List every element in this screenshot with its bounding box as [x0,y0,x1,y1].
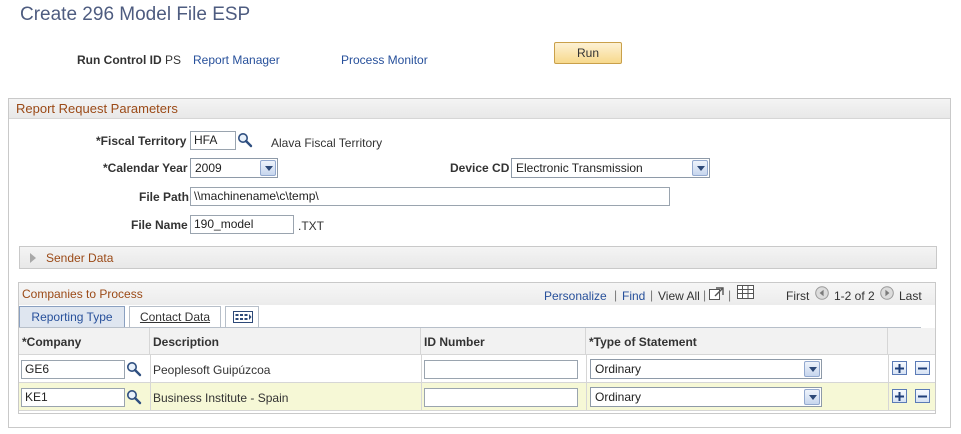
report-manager-link[interactable]: Report Manager [193,53,280,67]
expand-triangle-icon[interactable] [30,253,36,263]
column-header-description: Description [150,328,421,355]
tab-show-all-columns[interactable] [225,306,259,328]
next-page-icon[interactable] [880,286,894,300]
calendar-year-select[interactable]: 2009 [190,158,278,178]
chevron-down-icon [804,389,820,405]
page-title: Create 296 Model File ESP [20,4,251,25]
sender-data-title[interactable]: Sender Data [46,251,113,265]
device-cd-select[interactable]: Electronic Transmission [511,158,710,178]
download-spreadsheet-icon[interactable] [737,285,754,299]
grid-title: Companies to Process [22,287,143,301]
row-range: 1-2 of 2 [834,289,875,303]
nav-separator: | [614,288,618,302]
group-title: Report Request Parameters [16,101,178,116]
fiscal-territory-label: *Fiscal Territory [96,134,187,148]
run-control-value: PS [165,53,182,67]
previous-page-icon[interactable] [815,286,829,300]
company-description: Peoplesoft Guipúzcoa [153,363,271,377]
id-number-input[interactable] [424,360,578,379]
column-separator [150,355,151,411]
add-row-button[interactable] [892,389,907,403]
file-path-label: File Path [139,190,190,204]
show-all-columns-icon [233,311,253,323]
tab-contact-data[interactable]: Contact Data [129,306,221,328]
add-row-button[interactable] [892,361,907,375]
delete-row-button[interactable] [915,361,930,375]
first-link[interactable]: First [786,289,809,303]
column-separator [888,355,889,411]
delete-row-button[interactable] [915,389,930,403]
run-control-label: Run Control ID [77,53,162,67]
calendar-year-label: *Calendar Year [103,161,188,175]
type-of-statement-value: Ordinary [595,390,642,404]
sender-data-bar[interactable] [19,246,937,269]
personalize-link[interactable]: Personalize [544,289,607,303]
fiscal-territory-input[interactable]: HFA [190,131,236,150]
id-number-input[interactable] [424,388,578,407]
company-lookup-icon[interactable] [126,361,142,377]
plus-icon [895,392,904,401]
column-header-actions [888,328,935,355]
chevron-down-icon [804,361,820,377]
column-header-type-of-statement: *Type of Statement [586,328,888,355]
new-window-icon[interactable] [709,287,724,300]
file-name-label: File Name [131,218,188,232]
device-cd-value: Electronic Transmission [516,161,643,175]
find-link[interactable]: Find [622,289,645,303]
type-of-statement-value: Ordinary [595,362,642,376]
last-link[interactable]: Last [899,289,922,303]
column-header-id-number: ID Number [421,328,586,355]
device-cd-label: Device CD [450,161,510,175]
run-button[interactable]: Run [554,42,622,64]
chevron-down-icon [260,160,276,176]
plus-icon [895,364,904,373]
view-all-link[interactable]: View All [658,289,700,303]
file-name-input[interactable]: 190_model [190,215,294,234]
nav-separator: | [728,288,732,302]
column-separator [421,355,422,411]
company-description: Business Institute - Spain [153,391,289,405]
chevron-down-icon [692,160,708,176]
tab-reporting-type[interactable]: Reporting Type [19,306,125,328]
calendar-year-value: 2009 [195,161,222,175]
process-monitor-link[interactable]: Process Monitor [341,53,428,67]
type-of-statement-select[interactable]: Ordinary [590,387,822,407]
column-header-company: *Company [19,328,150,355]
nav-separator: | [703,288,707,302]
file-path-input[interactable]: \\machinename\c\temp\ [190,187,670,206]
nav-separator: | [650,288,654,302]
company-input[interactable]: GE6 [21,360,125,379]
type-of-statement-select[interactable]: Ordinary [590,359,822,379]
company-lookup-icon[interactable] [126,389,142,405]
column-separator [586,355,587,411]
company-input[interactable]: KE1 [21,388,125,407]
fiscal-territory-description: Alava Fiscal Territory [271,136,383,150]
minus-icon [918,367,927,370]
fiscal-territory-lookup-icon[interactable] [237,132,253,148]
file-extension: .TXT [298,219,324,233]
minus-icon [918,395,927,398]
